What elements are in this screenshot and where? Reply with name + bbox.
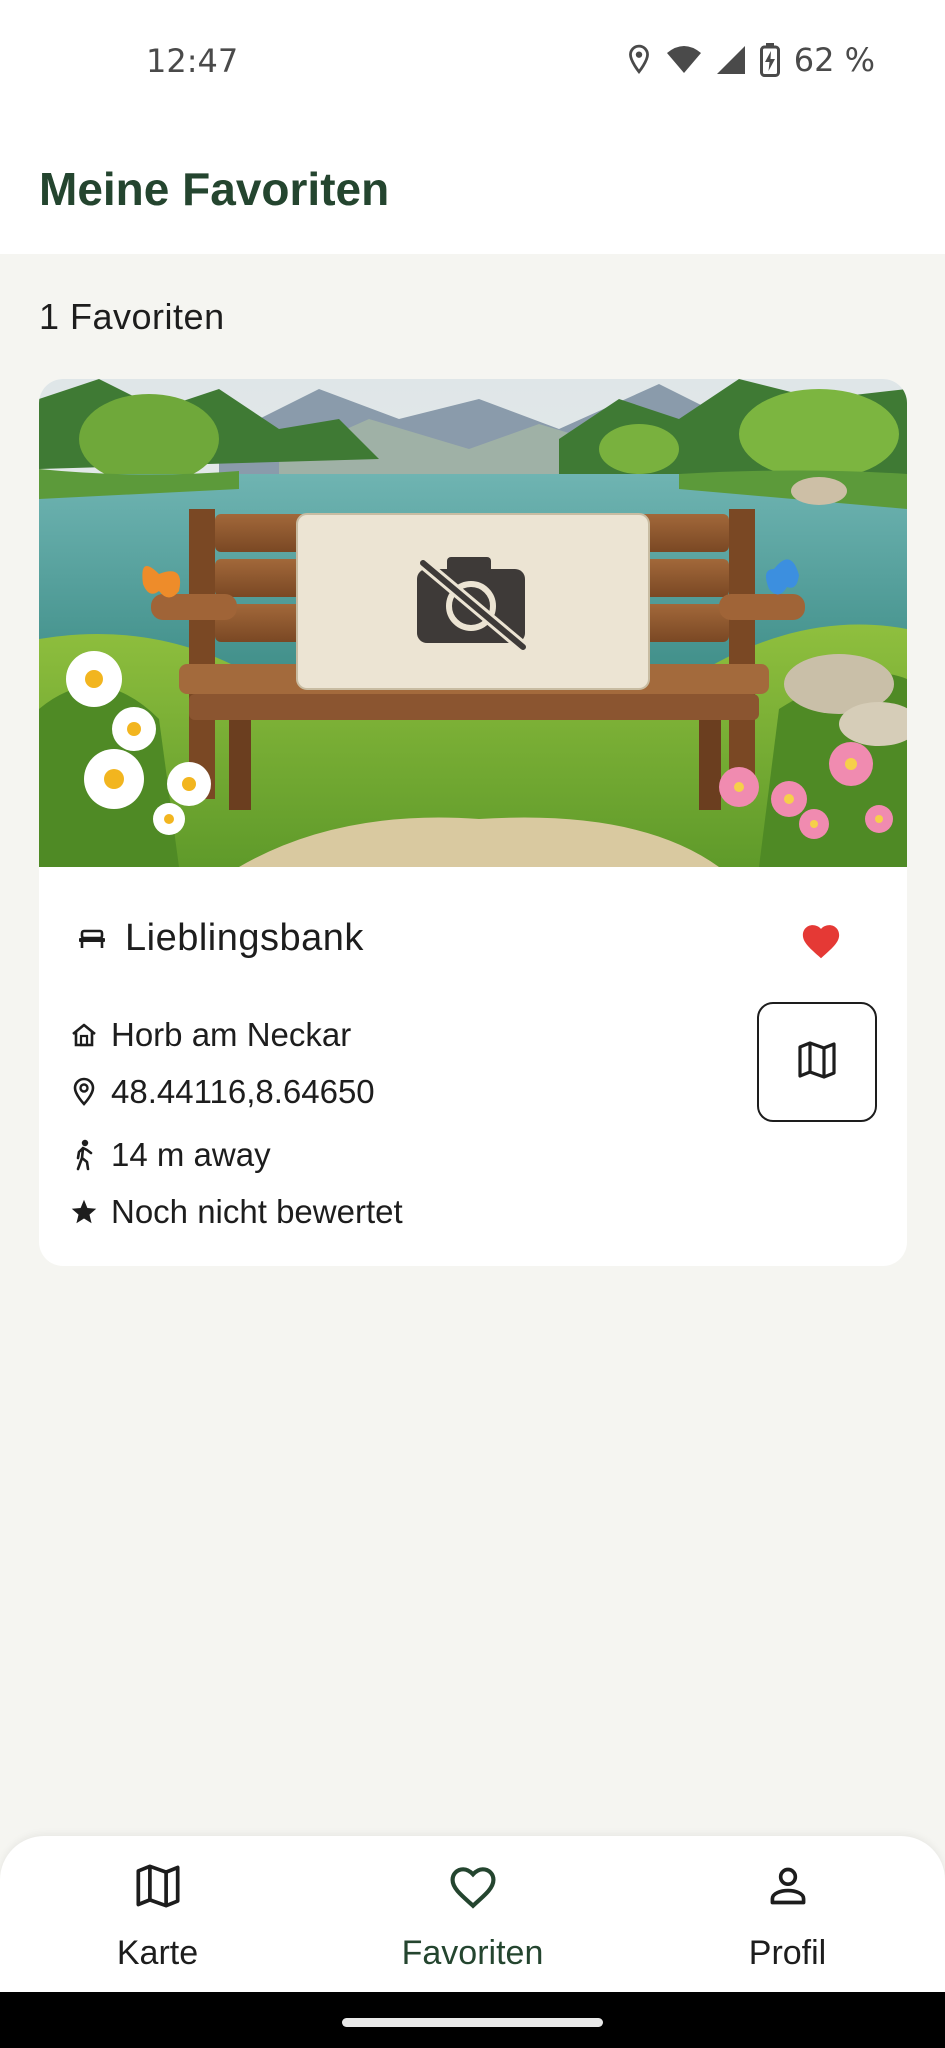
nav-label-profil: Profil [748, 1934, 827, 1972]
address-text: Horb am Neckar [111, 1016, 352, 1053]
signal-icon [716, 45, 746, 75]
location-icon [626, 44, 652, 76]
show-on-map-button[interactable] [757, 1002, 877, 1122]
bottom-navigation: Karte Favoriten Profil [0, 1836, 945, 1992]
person-icon [766, 1864, 810, 1913]
app-bar: Meine Favoriten [0, 120, 945, 254]
coordinates-text: 48.44116,8.64650 [111, 1073, 375, 1110]
battery-percentage: 62 % [793, 41, 875, 79]
battery-charging-icon [759, 43, 780, 77]
nav-item-favoriten[interactable]: Favoriten [315, 1836, 630, 1992]
status-icons: 62 % [626, 40, 875, 80]
card-image [39, 379, 907, 867]
heart-filled-icon [800, 922, 842, 965]
camera-off-icon [417, 557, 529, 653]
nav-label-karte: Karte [116, 1934, 199, 1972]
nav-item-karte[interactable]: Karte [0, 1836, 315, 1992]
status-time: 12:47 [146, 42, 239, 80]
home-gesture-handle[interactable] [342, 2018, 603, 2027]
location-pin-icon [69, 1077, 99, 1107]
status-bar: 12:47 62 % [0, 0, 945, 120]
wifi-icon [666, 45, 702, 75]
address-row: Horb am Neckar [69, 1016, 351, 1054]
heart-outline-icon [448, 1864, 498, 1915]
distance-row: 14 m away [69, 1136, 271, 1174]
rating-text: Noch nicht bewertet [111, 1193, 403, 1230]
rating-row: Noch nicht bewertet [69, 1193, 403, 1231]
card-title: Lieblingsbank [125, 917, 364, 959]
page-title: Meine Favoriten [39, 163, 390, 215]
system-gesture-bar [0, 1992, 945, 2048]
bench-icon [77, 923, 107, 958]
home-icon [69, 1020, 99, 1050]
star-icon [69, 1197, 99, 1227]
walk-icon [69, 1139, 99, 1171]
nav-item-profil[interactable]: Profil [630, 1836, 945, 1992]
distance-text: 14 m away [111, 1136, 271, 1173]
map-icon [134, 1864, 182, 1913]
favorites-count: 1 Favoriten [39, 296, 225, 337]
map-icon [797, 1040, 837, 1084]
favorite-toggle-button[interactable] [797, 919, 845, 967]
favorite-card[interactable]: Lieblingsbank Horb am Neckar 48.44116,8.… [39, 379, 907, 1266]
coordinates-row: 48.44116,8.64650 [69, 1073, 375, 1111]
nav-label-favoriten: Favoriten [401, 1934, 544, 1972]
